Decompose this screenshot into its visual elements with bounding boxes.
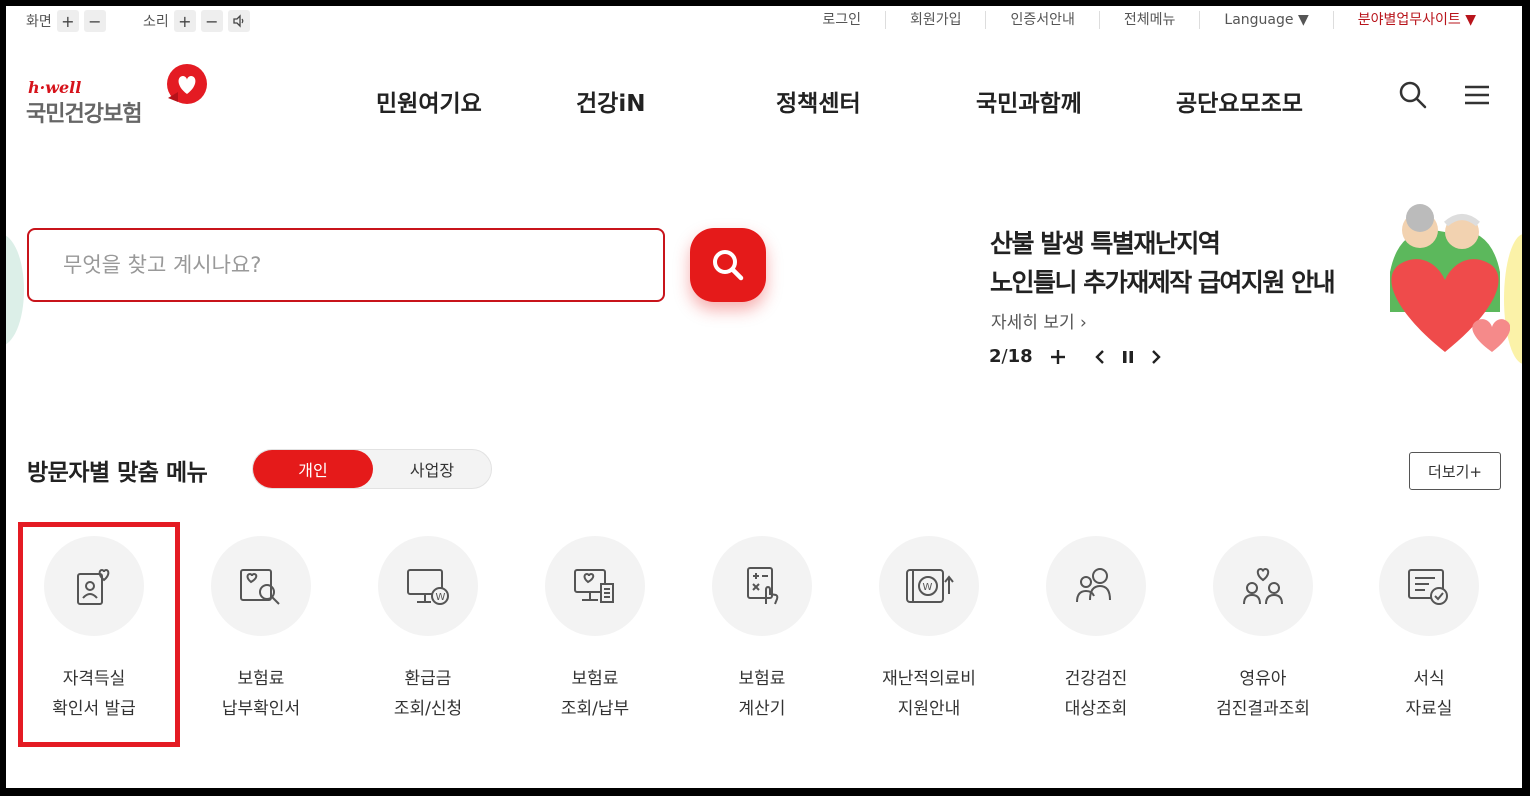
quick-menu-label-line1: 재난적의료비 — [882, 669, 976, 689]
quick-menu-icon-circle — [1046, 536, 1146, 636]
signup-link[interactable]: 회원가입 — [884, 11, 986, 29]
calculator-icon — [747, 567, 779, 605]
certificate-guide-link[interactable]: 인증서안내 — [985, 11, 1098, 29]
quick-menu-label-line2: 납부확인서 — [221, 699, 301, 719]
business-site-select[interactable]: 분야별업무사이트 ▼ — [1332, 11, 1500, 29]
sound-up-button[interactable]: + — [173, 10, 196, 32]
custom-menu-title: 방문자별 맞춤 메뉴 — [27, 460, 208, 486]
quick-menu-label: 보험료 계산기 — [682, 664, 842, 724]
quick-menu-health-checkup-target[interactable]: 건강검진 대상조회 — [1016, 536, 1176, 724]
banner-title[interactable]: 산불 발생 특별재난지역 노인틀니 추가재제작 급여지원 안내 — [990, 224, 1336, 302]
quick-menu-label-line1: 서식 — [1413, 669, 1445, 689]
pause-icon[interactable] — [1121, 348, 1135, 366]
quick-menu-label-line1: 영유아 — [1239, 669, 1287, 689]
more-button[interactable]: 더보기+ — [1409, 452, 1501, 490]
quick-menu-label-line1: 건강검진 — [1064, 669, 1128, 689]
quick-menu-label: 보험료 조회/납부 — [515, 664, 675, 724]
nav-health-in[interactable]: 건강iN — [576, 84, 645, 118]
monitor-won-icon: W — [407, 569, 449, 605]
banner-title-line1: 산불 발생 특별재난지역 — [990, 229, 1221, 258]
quick-menu-forms-library[interactable]: 서식 자료실 — [1349, 536, 1509, 724]
quick-menu-label: 환급금 조회/신청 — [348, 664, 508, 724]
quick-menu-icon-circle — [1213, 536, 1313, 636]
quick-menu-label-line2: 계산기 — [738, 699, 786, 719]
screen-zoom-out-button[interactable]: − — [83, 10, 106, 32]
banner-controls: 2 / 18 — [989, 346, 1163, 367]
quick-menu-label-line2: 지원안내 — [897, 699, 961, 719]
tab-personal[interactable]: 개인 — [253, 450, 373, 488]
quick-menu-icon-circle: W — [879, 536, 979, 636]
speaker-icon[interactable] — [227, 10, 250, 32]
quick-menu-infant-checkup-results[interactable]: 영유아 검진결과조회 — [1183, 536, 1343, 724]
banner-total-pages: 18 — [1007, 346, 1033, 367]
search-icon — [713, 250, 744, 281]
main-search-box — [27, 228, 665, 302]
sound-down-button[interactable]: − — [200, 10, 223, 32]
nav-policy-center[interactable]: 정책센터 — [776, 84, 861, 118]
quick-menu-label: 서식 자료실 — [1349, 664, 1509, 724]
quick-menu-premium-inquiry-payment[interactable]: 보험료 조회/납부 — [515, 536, 675, 724]
browser-page: 화면 + − 소리 + − 로그인 회원가입 인증서안내 전체메뉴 Langua… — [6, 6, 1522, 788]
quick-menu-premium-calculator[interactable]: 보험료 계산기 — [682, 536, 842, 724]
quick-menu-label: 영유아 검진결과조회 — [1183, 664, 1343, 724]
quick-menu-label: 건강검진 대상조회 — [1016, 664, 1176, 724]
all-menu-link[interactable]: 전체메뉴 — [1098, 11, 1200, 29]
quick-menu-label-line1: 환급금 — [404, 669, 452, 689]
svg-text:W: W — [923, 582, 933, 593]
utility-bar: 화면 + − 소리 + − 로그인 회원가입 인증서안내 전체메뉴 Langua… — [6, 6, 1522, 40]
quick-menu-label-line2: 검진결과조회 — [1216, 699, 1310, 719]
login-link[interactable]: 로그인 — [798, 11, 885, 29]
quick-menu-premium-payment-certificate[interactable]: 보험료 납부확인서 — [181, 536, 341, 724]
form-check-icon — [1408, 569, 1448, 605]
search-document-icon — [240, 569, 280, 605]
quick-menu-label-line1: 보험료 — [237, 669, 285, 689]
quick-menu-label-line2: 대상조회 — [1064, 699, 1128, 719]
search-icon[interactable] — [1398, 80, 1428, 110]
chevron-left-icon[interactable] — [1093, 348, 1107, 366]
quick-menu-label-line2: 조회/신청 — [393, 699, 463, 719]
quick-menu-label-line1: 보험료 — [738, 669, 786, 689]
chevron-right-icon[interactable] — [1149, 348, 1163, 366]
nav-with-citizens[interactable]: 국민과함께 — [976, 84, 1082, 118]
quick-menu-label-line2: 자료실 — [1405, 699, 1453, 719]
svg-text:W: W — [436, 592, 446, 603]
search-input[interactable] — [29, 230, 663, 300]
utility-links: 로그인 회원가입 인증서안내 전체메뉴 Language ▼ 분야별업무사이트 … — [798, 11, 1500, 29]
plus-icon[interactable] — [1049, 348, 1067, 366]
family-heart-icon — [1243, 567, 1283, 605]
sound-label: 소리 — [143, 14, 169, 30]
nav-civil-service[interactable]: 민원여기요 — [376, 84, 482, 118]
monitor-receipt-icon — [574, 569, 614, 603]
quick-menu-icon-circle: W — [378, 536, 478, 636]
quick-menu-icon-circle — [545, 536, 645, 636]
banner-current-page: 2 — [989, 346, 1002, 367]
banner-title-line2: 노인틀니 추가재제작 급여지원 안내 — [990, 268, 1336, 297]
quick-menu-catastrophic-medical-support[interactable]: W 재난적의료비 지원안내 — [849, 536, 1009, 724]
people-search-icon — [1076, 568, 1111, 603]
decorative-shape — [6, 234, 24, 346]
screen-zoom-in-button[interactable]: + — [56, 10, 79, 32]
quick-menu-label: 재난적의료비 지원안내 — [849, 664, 1009, 724]
banner-more-link[interactable]: 자세히 보기 › — [991, 308, 1087, 333]
quick-menu-refund-inquiry[interactable]: W 환급금 조회/신청 — [348, 536, 508, 724]
main-navigation: 민원여기요 건강iN 정책센터 국민과함께 공단요모조모 — [6, 84, 1522, 118]
quick-menu-label-line1: 보험료 — [571, 669, 619, 689]
tab-business[interactable]: 사업장 — [373, 450, 491, 488]
quick-menu-icon-circle — [1379, 536, 1479, 636]
quick-menu-icon-circle — [712, 536, 812, 636]
nav-corporation-info[interactable]: 공단요모조모 — [1176, 84, 1303, 118]
quick-menu-label: 보험료 납부확인서 — [181, 664, 341, 724]
elderly-couple-heart-illustration — [1390, 204, 1510, 352]
language-select[interactable]: Language ▼ — [1199, 11, 1332, 29]
visitor-type-toggle: 개인 사업장 — [252, 449, 492, 489]
hamburger-menu-icon[interactable] — [1462, 80, 1492, 110]
search-button[interactable] — [690, 228, 766, 302]
sound-control: 소리 + − — [143, 10, 250, 32]
quick-menu-label-line2: 조회/납부 — [560, 699, 630, 719]
screen-zoom-control: 화면 + − — [26, 10, 106, 32]
screen-zoom-label: 화면 — [26, 14, 52, 30]
highlight-box — [18, 522, 180, 747]
won-wallet-icon: W — [906, 569, 954, 603]
quick-menu-icon-circle — [211, 536, 311, 636]
